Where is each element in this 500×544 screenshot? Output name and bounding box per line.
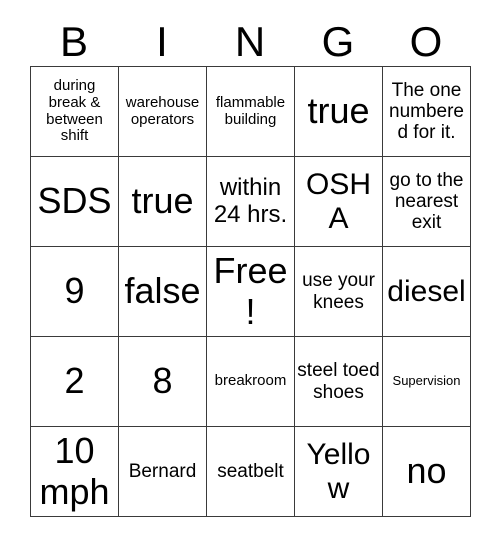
bingo-cell-text: within 24 hrs.	[213, 173, 288, 228]
bingo-header-letter-o: O	[409, 18, 443, 65]
bingo-cell[interactable]: flammable building	[206, 66, 295, 157]
bingo-cell-text: diesel	[387, 274, 466, 308]
bingo-cell[interactable]: The one numbered for it.	[382, 66, 471, 157]
bingo-row: SDS true within 24 hrs. OSHA go to the n…	[30, 156, 471, 247]
bingo-cell-text: Bernard	[128, 460, 197, 482]
bingo-cell-text: 2	[64, 360, 85, 402]
bingo-cell-text: breakroom	[214, 372, 287, 390]
bingo-cell-text: flammable building	[215, 93, 286, 128]
bingo-header-letter-i: I	[156, 18, 168, 65]
bingo-row: 9 false Free! use your knees diesel	[30, 246, 471, 337]
bingo-cell[interactable]: 9	[30, 246, 119, 337]
bingo-cell-text: steel toed shoes	[297, 360, 380, 403]
bingo-cell[interactable]: warehouse operators	[118, 66, 207, 157]
bingo-cell-text: go to the nearest exit	[389, 169, 464, 234]
bingo-cell-text: Supervision	[392, 373, 461, 389]
bingo-cell[interactable]: OSHA	[294, 156, 383, 247]
bingo-cell[interactable]: diesel	[382, 246, 471, 337]
bingo-cell[interactable]: seatbelt	[206, 426, 295, 517]
bingo-cell-text: no	[406, 450, 447, 492]
bingo-cell[interactable]: within 24 hrs.	[206, 156, 295, 247]
bingo-cell-text: true	[131, 180, 194, 222]
bingo-cell-text: SDS	[37, 180, 112, 222]
bingo-cell[interactable]: use your knees	[294, 246, 383, 337]
bingo-cell-text: The one numbered for it.	[389, 79, 464, 144]
bingo-cell-text: 10 mph	[39, 430, 110, 512]
bingo-row: 2 8 breakroom steel toed shoes Supervisi…	[30, 336, 471, 427]
bingo-header-letter-b: B	[59, 18, 88, 65]
bingo-cell-text: 8	[152, 360, 173, 402]
bingo-cell-text: Yellow	[306, 437, 371, 505]
bingo-cell[interactable]: 8	[118, 336, 207, 427]
bingo-cell-text: OSHA	[305, 167, 371, 235]
bingo-cell-text: seatbelt	[217, 460, 284, 482]
bingo-cell[interactable]: false	[118, 246, 207, 337]
bingo-cell[interactable]: 10 mph	[30, 426, 119, 517]
bingo-header-letter-g: G	[321, 18, 355, 65]
bingo-cell-text: false	[124, 270, 201, 312]
bingo-cell-text: during break & between shift	[46, 76, 103, 145]
bingo-header-letter-n: N	[234, 18, 266, 65]
bingo-cell[interactable]: Yellow	[294, 426, 383, 517]
bingo-cell[interactable]: steel toed shoes	[294, 336, 383, 427]
bingo-cell-text: use your knees	[302, 270, 375, 313]
bingo-card: B I N G O during break & between shift w…	[0, 0, 500, 544]
bingo-row: during break & between shift warehouse o…	[30, 66, 471, 157]
bingo-cell[interactable]: 2	[30, 336, 119, 427]
bingo-cell-text: warehouse operators	[125, 93, 200, 128]
bingo-cell[interactable]: during break & between shift	[30, 66, 119, 157]
bingo-row: 10 mph Bernard seatbelt Yellow no	[30, 426, 471, 517]
bingo-grid: during break & between shift warehouse o…	[30, 66, 471, 517]
bingo-cell[interactable]: no	[382, 426, 471, 517]
bingo-cell[interactable]: Bernard	[118, 426, 207, 517]
bingo-cell[interactable]: SDS	[30, 156, 119, 247]
bingo-header-row: B I N G O	[30, 18, 470, 66]
bingo-cell[interactable]: Supervision	[382, 336, 471, 427]
bingo-free-cell[interactable]: Free!	[206, 246, 295, 337]
bingo-cell-text: true	[307, 90, 370, 132]
bingo-cell-text: 9	[64, 270, 85, 312]
bingo-cell[interactable]: breakroom	[206, 336, 295, 427]
bingo-cell[interactable]: go to the nearest exit	[382, 156, 471, 247]
bingo-cell[interactable]: true	[118, 156, 207, 247]
bingo-free-cell-text: Free!	[213, 250, 288, 332]
bingo-cell[interactable]: true	[294, 66, 383, 157]
